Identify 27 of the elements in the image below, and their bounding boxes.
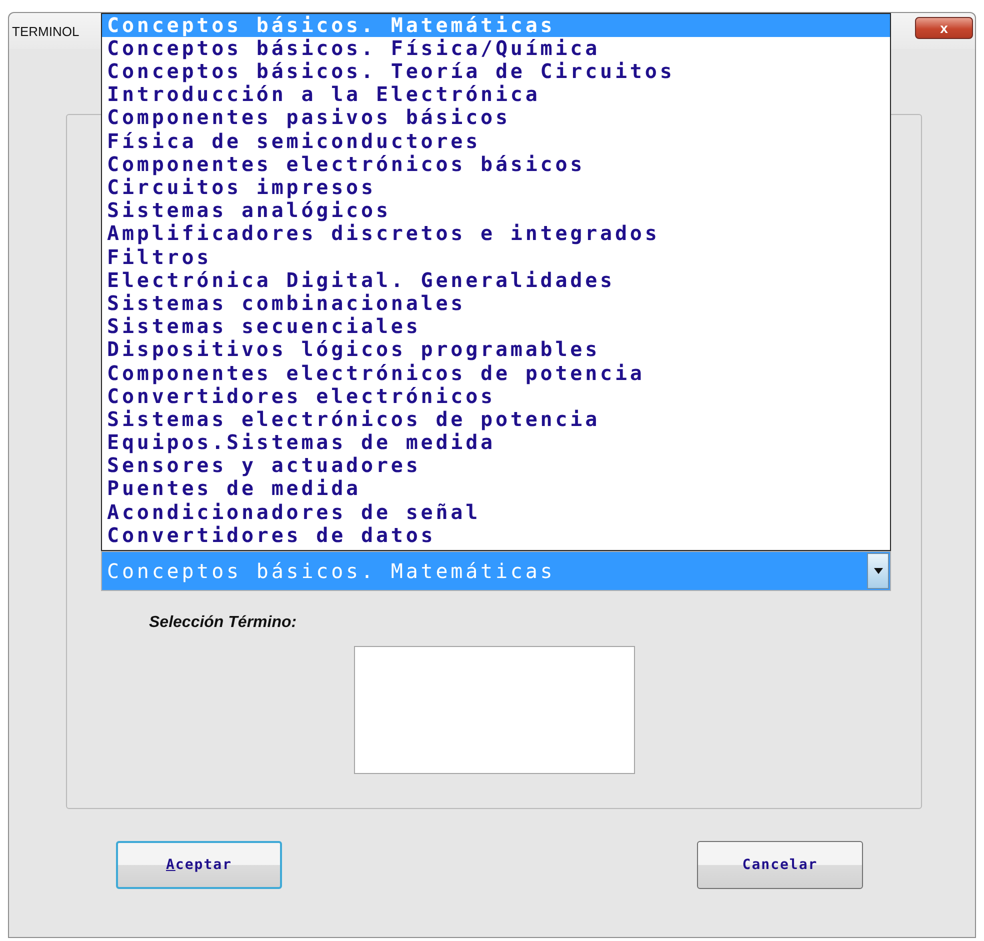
close-button[interactable]: x — [915, 17, 973, 39]
dropdown-option[interactable]: Conceptos básicos. Física/Química — [102, 36, 890, 60]
dropdown-option[interactable]: Conceptos básicos. Teoría de Circuitos — [102, 60, 890, 84]
dropdown-option[interactable]: Puentes de medida — [102, 477, 890, 501]
dropdown-option[interactable]: Introducción a la Electrónica — [102, 83, 890, 106]
dropdown-option[interactable]: Componentes pasivos básicos — [102, 106, 890, 130]
dropdown-option[interactable]: Convertidores de datos — [102, 524, 890, 547]
dropdown-option[interactable]: Circuitos impresos — [102, 176, 890, 200]
window-title: TERMINOL — [12, 24, 80, 38]
dropdown-option[interactable]: Física de semiconductores — [102, 130, 890, 153]
dropdown-option[interactable]: Dispositivos lógicos programables — [102, 338, 890, 362]
dropdown-option[interactable]: Convertidores electrónicos — [102, 384, 890, 408]
dropdown-option[interactable]: Equipos.Sistemas de medida — [102, 431, 890, 454]
dropdown-option[interactable]: Filtros — [102, 246, 890, 269]
dropdown-option[interactable]: Sistemas analógicos — [102, 199, 890, 222]
dropdown-option[interactable]: Sistemas secuenciales — [102, 315, 890, 338]
dropdown-option[interactable]: Sistemas electrónicos de potencia — [102, 408, 890, 432]
dropdown-option[interactable]: Amplificadores discretos e integrados — [102, 222, 890, 246]
dropdown-option[interactable]: Acondicionadores de señal — [102, 500, 890, 524]
dropdown-option[interactable]: Electrónica Digital. Generalidades — [102, 268, 890, 292]
dropdown-option[interactable]: Componentes electrónicos básicos — [102, 152, 890, 176]
accept-button[interactable]: Aceptar — [116, 841, 282, 889]
term-label: Selección Término: — [149, 614, 298, 632]
dropdown-option[interactable]: Sistemas combinacionales — [102, 292, 890, 316]
dropdown-option[interactable]: Sensores y actuadores — [102, 454, 890, 478]
cancel-button[interactable]: Cancelar — [697, 841, 863, 889]
dropdown-option[interactable]: Componentes electrónicos de potencia — [102, 362, 890, 385]
